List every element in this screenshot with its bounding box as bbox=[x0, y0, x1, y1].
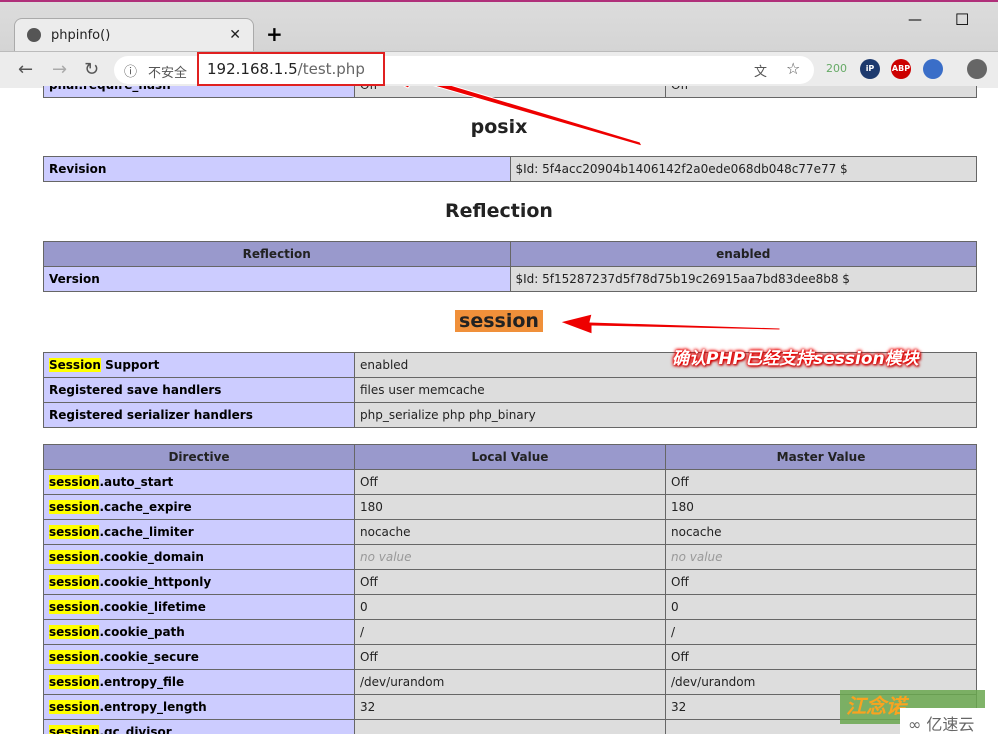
reload-button[interactable]: ↻ bbox=[84, 59, 99, 80]
forward-button[interactable]: → bbox=[52, 59, 67, 80]
profile-icon[interactable] bbox=[967, 59, 987, 79]
annotation-arrows bbox=[402, 86, 781, 335]
arrow-to-url bbox=[402, 86, 643, 147]
url-input[interactable]: 192.168.1.5/test.php bbox=[197, 52, 385, 86]
tab-phpinfo[interactable]: phpinfo() ✕ bbox=[14, 18, 254, 51]
back-button[interactable]: ← bbox=[18, 59, 33, 80]
arrow-to-session bbox=[558, 313, 781, 335]
adblock-icon[interactable]: ABP bbox=[891, 59, 911, 79]
insecure-label: 不安全 bbox=[148, 66, 188, 81]
toolbar: ← → ↻ ⓘ 不安全 文 ☆ 200 iP ABP bbox=[0, 51, 998, 88]
annotation-text: 确认PHP已经支持session模块 bbox=[672, 349, 919, 369]
info-icon[interactable]: ⓘ bbox=[124, 61, 137, 80]
page-content: phar.require_hashOffOff posix Revision$I… bbox=[0, 86, 998, 734]
extension-counter[interactable]: 200 bbox=[826, 62, 847, 75]
watermark-yisu: ∞ 亿速云 bbox=[900, 708, 998, 734]
url-host: 192.168.1.5 bbox=[207, 60, 298, 78]
maximize-button[interactable]: ☐ bbox=[955, 10, 969, 29]
translate-icon[interactable]: 文 bbox=[754, 61, 767, 80]
tab-title: phpinfo() bbox=[51, 27, 111, 43]
url-path: /test.php bbox=[297, 60, 365, 78]
firefox-extension-icon[interactable] bbox=[923, 59, 943, 79]
ip-extension-icon[interactable]: iP bbox=[860, 59, 880, 79]
watermark-text: 亿速云 bbox=[926, 715, 975, 734]
browser-chrome: phpinfo() ✕ + — ☐ ← → ↻ ⓘ 不安全 文 ☆ 200 iP… bbox=[0, 0, 998, 88]
new-tab-button[interactable]: + bbox=[266, 22, 283, 46]
close-tab-icon[interactable]: ✕ bbox=[229, 27, 241, 43]
minimize-button[interactable]: — bbox=[908, 12, 922, 28]
bookmark-star-icon[interactable]: ☆ bbox=[786, 59, 800, 78]
globe-icon bbox=[27, 28, 41, 42]
